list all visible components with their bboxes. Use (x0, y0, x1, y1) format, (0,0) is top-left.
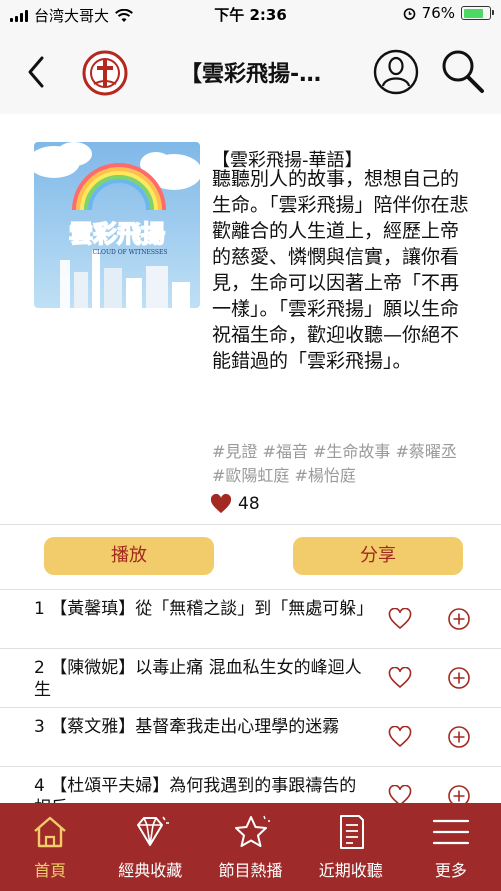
list-icon (339, 815, 364, 849)
likes-count[interactable]: 48 (210, 494, 260, 514)
episode-title: 3 【蔡文雅】基督牽我走出心理學的迷霧 (34, 717, 340, 737)
battery-icon (461, 6, 494, 20)
heart-filled-icon (210, 494, 232, 514)
tab-hot-programs[interactable]: 節目熱播 (200, 803, 300, 891)
heart-outline-icon[interactable] (388, 608, 412, 630)
tab-label: 經典收藏 (118, 861, 183, 880)
cover-title-text: 雲彩飛揚 (69, 220, 165, 248)
page-title: 【雲彩飛揚-… (180, 62, 322, 87)
tab-label: 更多 (434, 861, 467, 880)
tab-label: 近期收聽 (318, 861, 383, 880)
add-to-playlist-icon[interactable] (447, 666, 471, 690)
menu-icon (432, 819, 470, 845)
tab-recent[interactable]: 近期收聽 (301, 803, 401, 891)
alarm-icon (403, 7, 415, 20)
program-cover-image: 雲彩飛揚 CLOUD OF WITNESSES (34, 142, 200, 308)
status-right: 76% (403, 4, 494, 22)
logo-icon (82, 50, 128, 96)
program-tags[interactable]: #見證 #福音 #生命故事 #蔡曜丞 #歐陽虹庭 #楊怡庭 (212, 440, 470, 488)
battery-percent: 76% (421, 4, 455, 22)
home-icon (34, 816, 66, 848)
episode-title: 1 【黃馨瑱】從「無稽之談」到「無處可躲」 (34, 599, 374, 619)
tab-label: 節目熱播 (218, 861, 283, 880)
diamond-icon (137, 816, 170, 846)
divider (0, 524, 501, 525)
episode-row[interactable]: 3 【蔡文雅】基督牽我走出心理學的迷霧 (0, 708, 501, 766)
episode-row[interactable]: 2 【陳微妮】以毒止痛 混血私生女的峰迴人生 (0, 649, 501, 707)
nav-bar: 【雲彩飛揚-… (0, 28, 501, 114)
tab-classic-collection[interactable]: 經典收藏 (100, 803, 200, 891)
star-icon (234, 815, 270, 847)
tab-more[interactable]: 更多 (401, 803, 501, 891)
tab-label: 首頁 (34, 861, 67, 880)
status-bar: 台湾大哥大 下午 2:36 76% (0, 0, 501, 28)
episode-title: 2 【陳微妮】以毒止痛 混血私生女的峰迴人生 (34, 658, 362, 700)
share-button[interactable]: 分享 (293, 537, 463, 575)
program-description: 聽聽別人的故事，想想自己的生命。「雲彩飛揚」陪伴你在悲歡離合的人生道上，經歷上帝… (212, 168, 469, 372)
play-button[interactable]: 播放 (44, 537, 214, 575)
heart-outline-icon[interactable] (388, 726, 412, 748)
user-profile-button[interactable] (372, 48, 420, 96)
add-to-playlist-icon[interactable] (447, 725, 471, 749)
search-button[interactable] (438, 46, 486, 96)
likes-number: 48 (238, 494, 260, 514)
program-info: 雲彩飛揚 CLOUD OF WITNESSES 【雲彩飛揚-華語】 聽聽別人的故… (0, 114, 501, 524)
tab-home[interactable]: 首頁 (0, 803, 100, 891)
heart-outline-icon[interactable] (388, 667, 412, 689)
episode-row[interactable]: 1 【黃馨瑱】從「無稽之談」到「無處可躲」 (0, 590, 501, 648)
back-button[interactable] (22, 52, 52, 92)
bottom-tab-bar: 首頁 經典收藏 節目熱播 近期收聽 更多 (0, 803, 501, 891)
cover-subtitle-text: CLOUD OF WITNESSES (92, 249, 167, 256)
add-to-playlist-icon[interactable] (447, 607, 471, 631)
